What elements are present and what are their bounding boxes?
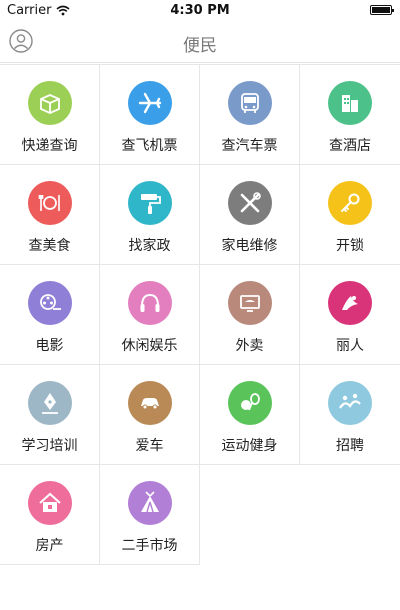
service-label: 电影 <box>35 338 64 354</box>
tools-icon <box>228 181 272 225</box>
service-label: 查酒店 <box>329 138 371 154</box>
service-item[interactable]: 休闲娱乐 <box>100 265 200 365</box>
service-item[interactable]: 开锁 <box>300 165 400 265</box>
service-item[interactable]: 房产 <box>0 465 100 565</box>
tent-icon <box>128 481 172 525</box>
service-label: 招聘 <box>336 438 364 454</box>
service-grid: 快递查询 查飞机票 查汽车票 查酒店查美食 找家政 家电维修 开锁电影 休闲娱乐 外卖 丽人学习培… <box>0 64 400 565</box>
service-item[interactable]: 二手市场 <box>100 465 200 565</box>
service-label: 外卖 <box>235 338 264 354</box>
service-item[interactable]: 运动健身 <box>200 365 300 465</box>
service-item[interactable]: 学习培训 <box>0 365 100 465</box>
service-item[interactable]: 查美食 <box>0 165 100 265</box>
nav-bar: 便民 <box>0 22 400 63</box>
beauty-icon <box>328 281 372 325</box>
service-label: 家电维修 <box>221 238 278 254</box>
page-title: 便民 <box>183 36 217 56</box>
service-label: 爱车 <box>135 438 164 454</box>
status-time: 4:30 PM <box>170 3 230 18</box>
house-icon <box>28 481 72 525</box>
service-item[interactable]: 招聘 <box>300 365 400 465</box>
service-item[interactable]: 快递查询 <box>0 65 100 165</box>
food-delivery-icon <box>228 281 272 325</box>
sports-icon <box>228 381 272 425</box>
service-label: 查汽车票 <box>221 138 278 154</box>
battery-icon <box>370 5 394 15</box>
status-bar: Carrier 4:30 PM <box>0 0 400 22</box>
service-label: 找家政 <box>128 238 171 254</box>
service-item[interactable]: 查酒店 <box>300 65 400 165</box>
service-label: 查飞机票 <box>121 138 178 154</box>
service-item[interactable]: 查飞机票 <box>100 65 200 165</box>
paint-roller-icon <box>128 181 172 225</box>
service-label: 学习培训 <box>21 438 78 454</box>
headphones-icon <box>128 281 172 325</box>
airplane-icon <box>128 81 172 125</box>
car-icon <box>128 381 172 425</box>
bus-icon <box>228 81 272 125</box>
service-label: 休闲娱乐 <box>121 338 178 354</box>
service-item[interactable]: 爱车 <box>100 365 200 465</box>
service-label: 丽人 <box>336 338 364 354</box>
service-label: 快递查询 <box>21 138 78 154</box>
service-item[interactable]: 家电维修 <box>200 165 300 265</box>
dining-icon <box>28 181 72 225</box>
service-item[interactable]: 丽人 <box>300 265 400 365</box>
service-label: 房产 <box>35 538 64 554</box>
recruit-icon <box>328 381 372 425</box>
service-label: 开锁 <box>336 238 364 254</box>
service-item[interactable]: 外卖 <box>200 265 300 365</box>
hotel-icon <box>328 81 372 125</box>
film-reel-icon <box>28 281 72 325</box>
pen-nib-icon <box>28 381 72 425</box>
service-item[interactable]: 电影 <box>0 265 100 365</box>
key-icon <box>328 181 372 225</box>
package-icon <box>28 81 72 125</box>
service-item[interactable]: 查汽车票 <box>200 65 300 165</box>
service-label: 运动健身 <box>221 438 278 454</box>
service-label: 二手市场 <box>121 538 178 554</box>
service-item[interactable]: 找家政 <box>100 165 200 265</box>
service-label: 查美食 <box>28 238 71 254</box>
